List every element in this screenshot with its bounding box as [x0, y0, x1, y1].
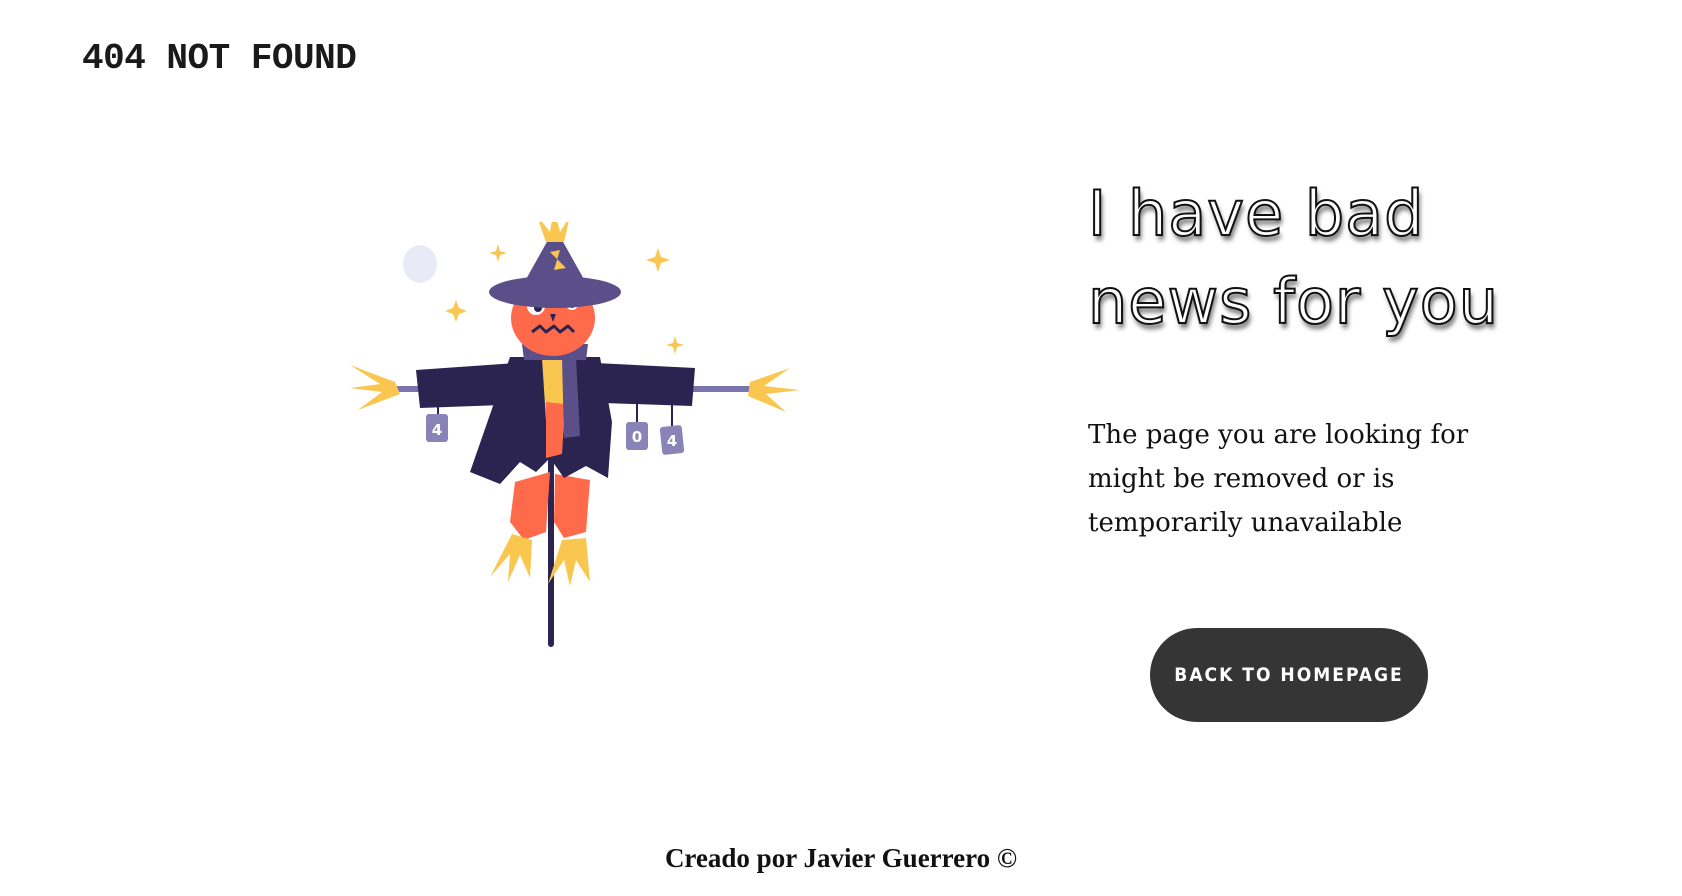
- headline-line-1: I have bad: [1087, 176, 1425, 251]
- moon-icon: [403, 245, 437, 283]
- site-title: 404 NOT FOUND: [82, 38, 357, 79]
- back-to-homepage-button[interactable]: BACK TO HOMEPAGE: [1150, 628, 1428, 722]
- can-label-1: 4: [432, 421, 442, 439]
- scarecrow-illustration: 4 0 4: [350, 222, 800, 672]
- footer-credit: Creado por Javier Guerrero ©: [664, 843, 1018, 873]
- headline-line-2: news for you: [1087, 264, 1500, 339]
- error-description: The page you are looking for might be re…: [1088, 420, 1469, 538]
- headline: I have bad news for you: [1087, 170, 1648, 346]
- can-label-2: 0: [632, 428, 642, 446]
- can-label-3: 4: [667, 432, 677, 450]
